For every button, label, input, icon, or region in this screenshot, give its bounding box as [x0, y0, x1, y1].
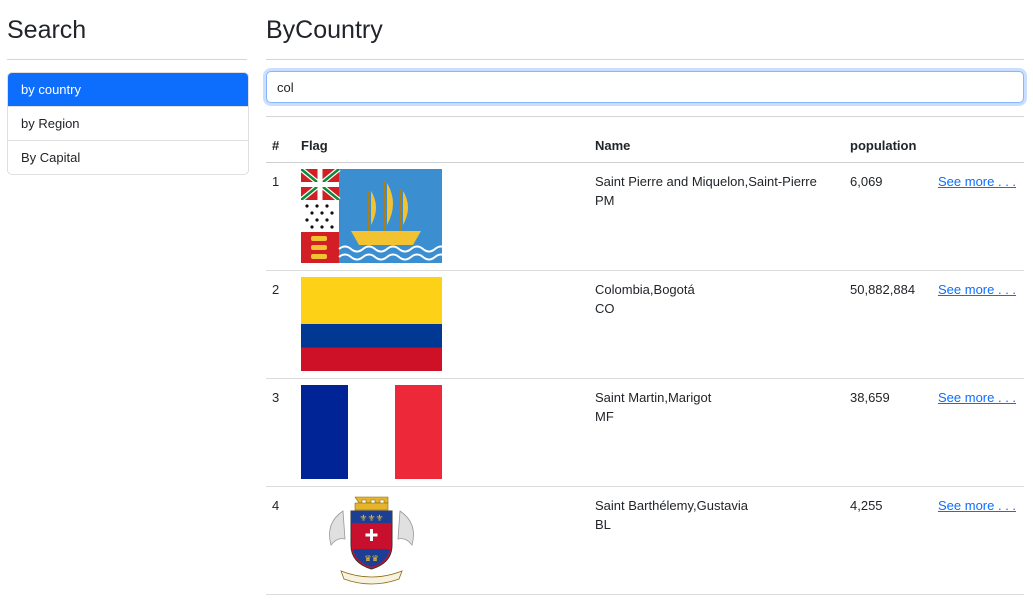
- population-value: 50,882,884: [850, 282, 916, 297]
- sidebar-item-by-region[interactable]: by Region: [8, 106, 248, 140]
- flag-saint-pierre-and-miquelon-image: [301, 169, 442, 263]
- divider: [266, 59, 1024, 60]
- table-header-row: # Flag Name population: [266, 128, 1024, 163]
- column-header-actions: [938, 128, 1024, 163]
- country-name: Saint Martin,Marigot: [595, 390, 712, 405]
- page-title: ByCountry: [266, 16, 383, 44]
- see-more-link[interactable]: See more . . .: [938, 282, 1016, 297]
- divider: [7, 59, 247, 60]
- see-more-link[interactable]: See more . . .: [938, 498, 1016, 513]
- sidebar-item-by-capital[interactable]: By Capital: [8, 140, 248, 174]
- country-code: PM: [595, 193, 615, 208]
- flag-saint-martin-image: [301, 385, 442, 479]
- row-index: 2: [272, 282, 280, 297]
- column-header-name: Name: [595, 128, 850, 163]
- column-header-flag: Flag: [301, 128, 595, 163]
- row-index: 1: [272, 174, 280, 189]
- country-name: Saint Pierre and Miquelon,Saint-Pierre: [595, 174, 817, 189]
- column-header-index: #: [266, 128, 301, 163]
- table-row: 4 ⚜⚜⚜ ♛♛ Saint Barthélemy,Gustavia BL 4,…: [266, 486, 1024, 595]
- svg-text:♛♛: ♛♛: [364, 554, 378, 563]
- sidebar-item-by-country[interactable]: by country: [8, 73, 248, 106]
- population-value: 4,255: [850, 498, 883, 513]
- see-more-link[interactable]: See more . . .: [938, 390, 1016, 405]
- country-code: MF: [595, 409, 614, 424]
- population-value: 6,069: [850, 174, 883, 189]
- divider: [266, 116, 1024, 117]
- country-code: CO: [595, 301, 615, 316]
- table-row: 1 Saint Pierre and Miquelon,Saint-Pierre…: [266, 162, 1024, 271]
- flag-colombia-image: [301, 277, 442, 371]
- search-input[interactable]: [266, 71, 1024, 103]
- results-table: # Flag Name population 1 Saint Pierre an…: [266, 128, 1024, 595]
- search-mode-list: by country by Region By Capital: [7, 72, 249, 175]
- table-row: 3 Saint Martin,Marigot MF 38,659 See mor…: [266, 378, 1024, 487]
- country-code: BL: [595, 517, 611, 532]
- country-name: Saint Barthélemy,Gustavia: [595, 498, 748, 513]
- svg-text:⚜⚜⚜: ⚜⚜⚜: [359, 514, 383, 524]
- row-index: 3: [272, 390, 280, 405]
- table-row: 2 Colombia,Bogotá CO 50,882,884 See more: [266, 270, 1024, 379]
- sidebar-title: Search: [7, 16, 87, 44]
- see-more-link[interactable]: See more . . .: [938, 174, 1016, 189]
- flag-saint-barthelemy-image: ⚜⚜⚜ ♛♛: [301, 493, 442, 587]
- column-header-population: population: [850, 128, 938, 163]
- row-index: 4: [272, 498, 280, 513]
- population-value: 38,659: [850, 390, 890, 405]
- country-name: Colombia,Bogotá: [595, 282, 695, 297]
